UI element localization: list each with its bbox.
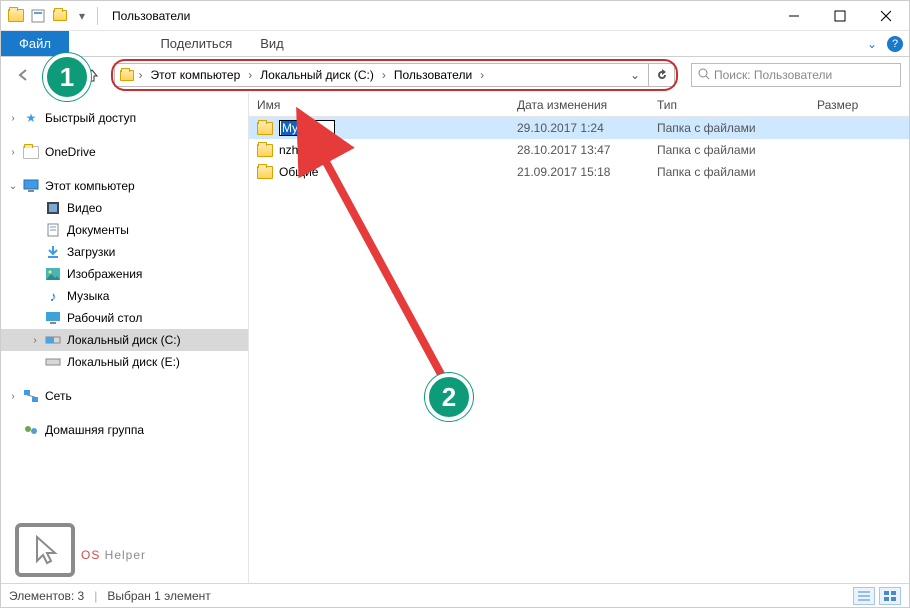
picture-icon [45,266,61,282]
cell-date: 28.10.2017 13:47 [509,143,649,157]
nav-desktop[interactable]: Рабочий стол [1,307,248,329]
folder-icon [257,120,273,136]
document-icon [45,222,61,238]
breadcrumb-users[interactable]: Пользователи [390,68,476,82]
search-icon [698,68,710,83]
monitor-icon [23,178,39,194]
new-folder-icon[interactable] [51,7,69,25]
drive-icon [45,332,61,348]
download-icon [45,244,61,260]
folder-icon [257,142,273,158]
folder-icon [257,164,273,180]
qat-dropdown-icon[interactable]: ▾ [73,7,91,25]
chevron-right-icon[interactable]: › [7,391,19,402]
cell-name: nzhc [279,143,304,157]
app-folder-icon [7,7,25,25]
search-input[interactable]: Поиск: Пользователи [691,63,901,87]
window-controls [771,1,909,31]
nav-downloads[interactable]: Загрузки [1,241,248,263]
address-bar[interactable]: › Этот компьютер › Локальный диск (C:) ›… [114,62,675,88]
address-dropdown-icon[interactable]: ⌄ [626,68,644,82]
breadcrumb-drive-c[interactable]: Локальный диск (C:) [256,68,378,82]
annotation-callout-1: 1 [43,53,91,101]
ribbon-collapse-icon[interactable]: ⌄ [867,37,877,51]
navigation-bar: ▾ › Этот компьютер › Локальный диск (C:)… [1,57,909,93]
nav-quick-access[interactable]: ›★Быстрый доступ [1,107,248,129]
column-headers[interactable]: Имя Дата изменения Тип Размер [249,93,909,117]
watermark-helper: Helper [100,548,146,562]
search-placeholder: Поиск: Пользователи [714,68,832,82]
nav-documents[interactable]: Документы [1,219,248,241]
chevron-right-icon[interactable]: › [137,68,145,82]
details-view-button[interactable] [853,587,875,605]
separator [97,7,98,25]
status-bar: Элементов: 3 | Выбран 1 элемент [1,583,909,607]
window-title: Пользователи [106,9,771,23]
nav-videos[interactable]: Видео [1,197,248,219]
nav-onedrive[interactable]: ›OneDrive [1,141,248,163]
icons-view-button[interactable] [879,587,901,605]
breadcrumb-this-pc[interactable]: Этот компьютер [147,68,245,82]
nav-drive-e[interactable]: Локальный диск (E:) [1,351,248,373]
tab-share[interactable]: Поделиться [146,31,246,56]
quick-access-toolbar: ▾ [1,7,106,25]
watermark-os: OS [81,548,100,562]
column-date[interactable]: Дата изменения [509,98,649,112]
film-icon [45,200,61,216]
navigation-pane: ›★Быстрый доступ ›OneDrive ⌄Этот компьют… [1,93,249,583]
status-count: Элементов: 3 [9,589,84,603]
desktop-icon [45,310,61,326]
cell-type: Папка с файлами [649,143,809,157]
nav-network[interactable]: ›Сеть [1,385,248,407]
help-icon[interactable]: ? [887,36,903,52]
ribbon: Файл Главная Поделиться Вид ⌄ ? [1,31,909,57]
status-selected: Выбран 1 элемент [107,589,210,603]
drive-icon [45,354,61,370]
refresh-button[interactable] [649,63,675,87]
chevron-right-icon[interactable]: › [478,68,486,82]
file-list: Имя Дата изменения Тип Размер My 29.10.2… [249,93,909,583]
title-bar: ▾ Пользователи [1,1,909,31]
separator: | [94,589,97,603]
properties-icon[interactable] [29,7,47,25]
folder-icon [119,67,135,83]
close-button[interactable] [863,1,909,31]
table-row[interactable]: Общие 21.09.2017 15:18 Папка с файлами [249,161,909,183]
homegroup-icon [23,422,39,438]
chevron-right-icon[interactable]: › [7,113,19,124]
watermark: OS Helper [15,523,146,577]
maximize-button[interactable] [817,1,863,31]
star-icon: ★ [23,110,39,126]
column-name[interactable]: Имя [249,98,509,112]
music-icon: ♪ [45,288,61,304]
cloud-icon [23,144,39,160]
column-size[interactable]: Размер [809,98,909,112]
table-row[interactable]: My 29.10.2017 1:24 Папка с файлами [249,117,909,139]
minimize-button[interactable] [771,1,817,31]
cell-name: Общие [279,165,318,179]
network-icon [23,388,39,404]
nav-music[interactable]: ♪Музыка [1,285,248,307]
cell-date: 21.09.2017 15:18 [509,165,649,179]
cursor-icon [15,523,75,577]
column-type[interactable]: Тип [649,98,809,112]
chevron-down-icon[interactable]: ⌄ [7,181,19,192]
nav-pictures[interactable]: Изображения [1,263,248,285]
cell-date: 29.10.2017 1:24 [509,121,649,135]
rename-input[interactable]: My [279,120,335,136]
annotation-callout-2: 2 [425,373,473,421]
nav-this-pc[interactable]: ⌄Этот компьютер [1,175,248,197]
back-button[interactable] [11,63,35,87]
cell-type: Папка с файлами [649,121,809,135]
table-row[interactable]: nzhc 28.10.2017 13:47 Папка с файлами [249,139,909,161]
tab-view[interactable]: Вид [246,31,298,56]
chevron-right-icon[interactable]: › [246,68,254,82]
nav-drive-c[interactable]: ›Локальный диск (C:) [1,329,248,351]
file-tab[interactable]: Файл [1,31,69,56]
chevron-right-icon[interactable]: › [7,147,19,158]
chevron-right-icon[interactable]: › [29,335,41,346]
cell-type: Папка с файлами [649,165,809,179]
nav-homegroup[interactable]: Домашняя группа [1,419,248,441]
chevron-right-icon[interactable]: › [380,68,388,82]
